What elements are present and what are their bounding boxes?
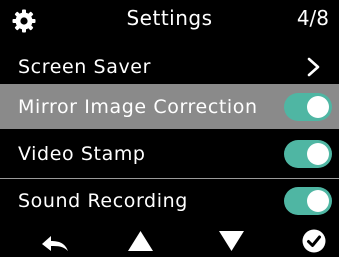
menu-item-mirror-image-correction[interactable]: Mirror Image Correction — [0, 84, 339, 129]
mirror-image-toggle[interactable] — [284, 93, 332, 121]
menu-item-label: Video Stamp — [18, 142, 146, 165]
toggle-knob — [307, 143, 329, 165]
sound-recording-toggle[interactable] — [284, 187, 332, 215]
bottom-nav-bar — [0, 224, 339, 257]
confirm-check-icon[interactable] — [302, 229, 326, 253]
chevron-right-icon — [307, 57, 320, 77]
up-arrow-icon[interactable] — [127, 230, 154, 252]
menu-item-label: Mirror Image Correction — [18, 95, 258, 118]
header-bar: Settings 4/8 — [0, 0, 339, 42]
toggle-knob — [307, 190, 329, 212]
toggle-knob — [307, 96, 329, 118]
page-title: Settings — [126, 6, 213, 30]
menu-item-label: Screen Saver — [18, 55, 152, 78]
down-arrow-icon[interactable] — [218, 230, 245, 252]
menu-item-screen-saver[interactable]: Screen Saver — [0, 44, 339, 89]
menu-item-sound-recording[interactable]: Sound Recording — [0, 178, 339, 223]
page-indicator: 4/8 — [296, 6, 329, 30]
menu-item-video-stamp[interactable]: Video Stamp — [0, 131, 339, 176]
menu-item-label: Sound Recording — [18, 189, 188, 212]
video-stamp-toggle[interactable] — [284, 140, 332, 168]
back-icon[interactable] — [40, 234, 70, 254]
